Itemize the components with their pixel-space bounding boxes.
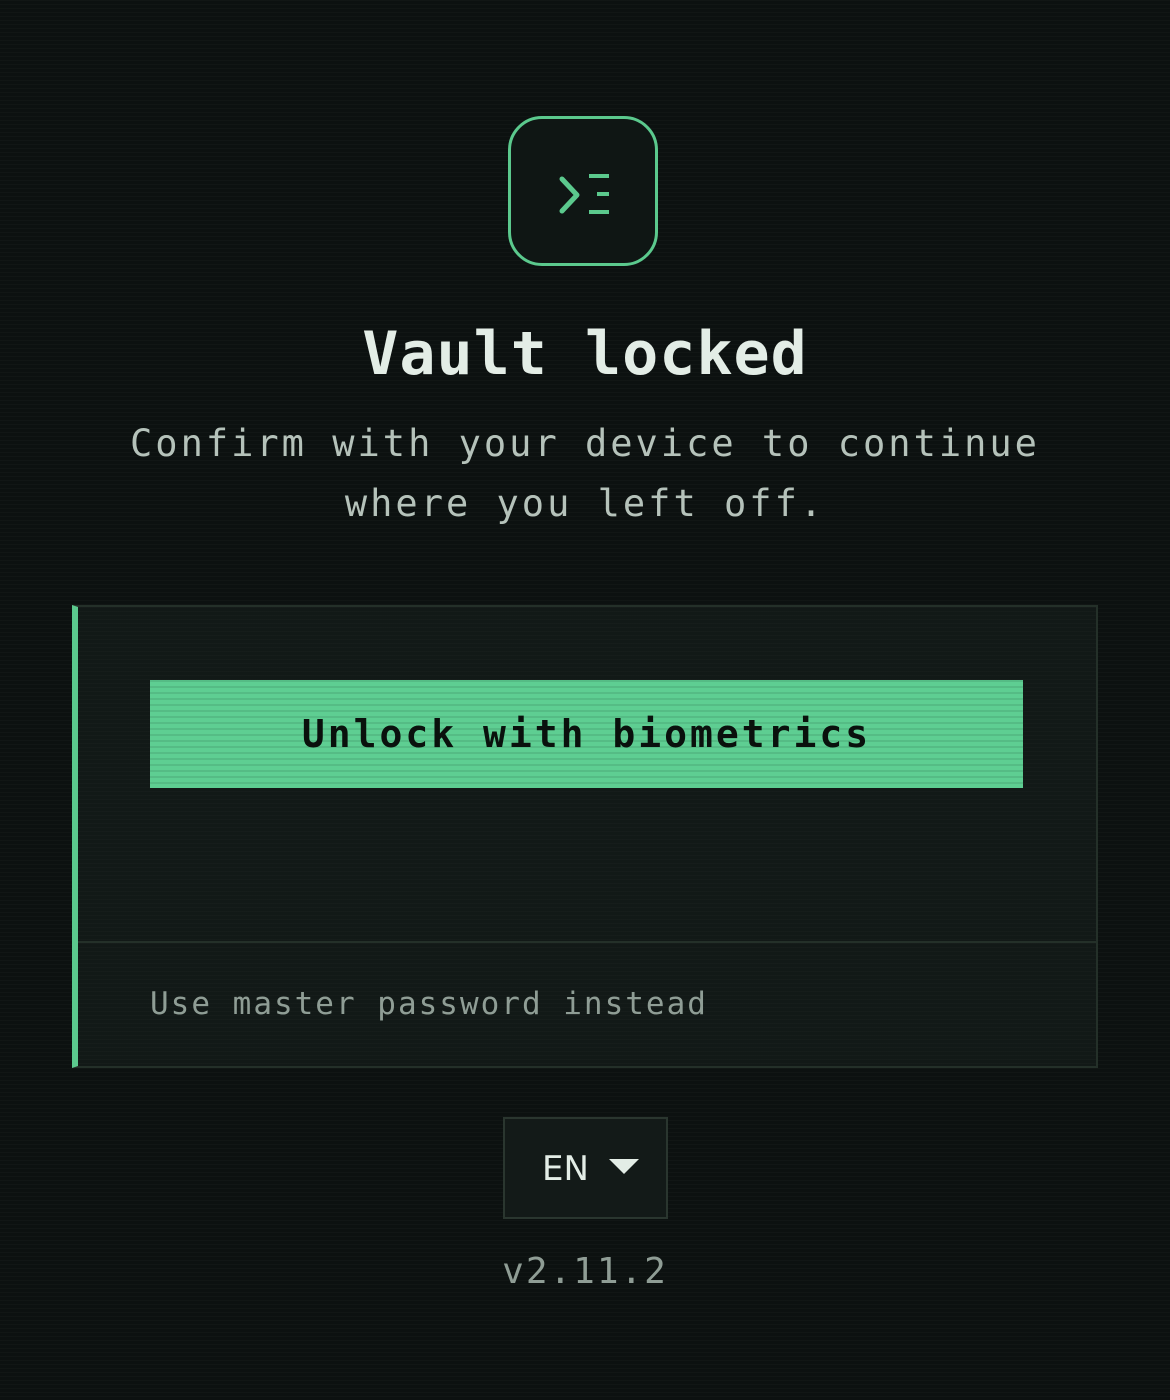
unlock-card: Unlock with biometrics Use master passwo… <box>72 605 1098 1068</box>
app-logo <box>508 116 658 266</box>
card-divider <box>78 941 1096 943</box>
use-master-password-link[interactable]: Use master password instead <box>150 982 708 1026</box>
language-select[interactable]: EN <box>503 1117 668 1219</box>
unlock-with-biometrics-button[interactable]: Unlock with biometrics <box>150 680 1023 788</box>
language-selected-value: EN <box>542 1149 589 1189</box>
terminal-prompt-icon <box>559 174 609 214</box>
version-label: v2.11.2 <box>502 1251 668 1292</box>
chevron-down-icon <box>609 1159 639 1174</box>
page-title: Vault locked <box>362 319 808 389</box>
subtitle: Confirm with your device to continue whe… <box>130 422 1040 525</box>
